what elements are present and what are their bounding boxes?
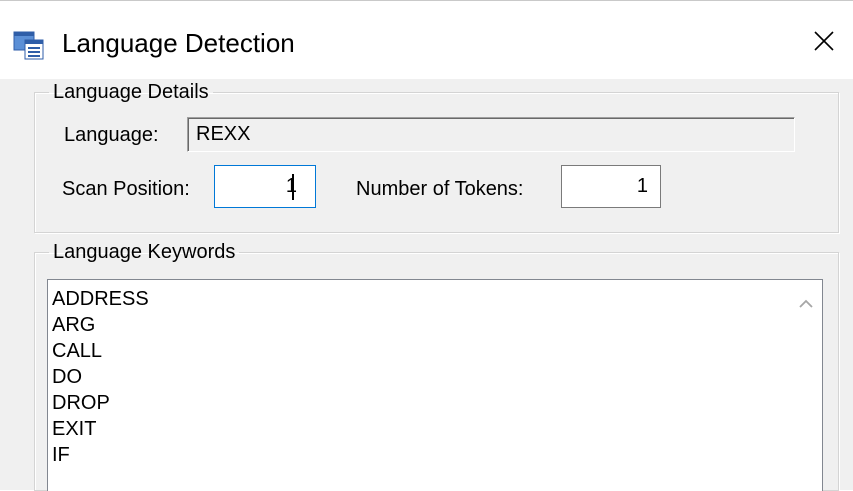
keywords-listbox[interactable]: ADDRESS ARG CALL DO DROP EXIT IF bbox=[47, 279, 823, 491]
scroll-up-arrow-icon[interactable] bbox=[796, 294, 816, 314]
language-detection-dialog: Language Detection Language Details Lang… bbox=[0, 0, 853, 491]
language-details-group: Language Details bbox=[34, 81, 839, 233]
list-item[interactable]: ARG bbox=[52, 312, 822, 338]
close-button[interactable] bbox=[795, 15, 853, 67]
list-item[interactable]: CALL bbox=[52, 338, 822, 364]
close-icon bbox=[814, 31, 834, 51]
language-label: Language: bbox=[64, 124, 159, 146]
scan-position-label: Scan Position: bbox=[62, 178, 190, 200]
list-item[interactable]: ADDRESS bbox=[52, 286, 822, 312]
number-of-tokens-input[interactable]: 1 bbox=[561, 165, 661, 208]
window-title: Language Detection bbox=[62, 28, 295, 58]
list-item[interactable]: DO bbox=[52, 364, 822, 390]
list-item[interactable]: IF bbox=[52, 442, 822, 468]
list-item[interactable]: DROP bbox=[52, 390, 822, 416]
list-item[interactable]: EXIT bbox=[52, 416, 822, 442]
language-details-legend: Language Details bbox=[53, 81, 209, 103]
text-caret bbox=[292, 174, 294, 200]
language-keywords-legend: Language Keywords bbox=[53, 241, 236, 263]
language-field: REXX bbox=[187, 117, 795, 152]
scan-position-input[interactable]: 1 bbox=[214, 165, 316, 208]
application-window-icon bbox=[13, 29, 45, 61]
number-of-tokens-label: Number of Tokens: bbox=[356, 178, 524, 200]
title-bar[interactable]: Language Detection bbox=[0, 1, 853, 79]
